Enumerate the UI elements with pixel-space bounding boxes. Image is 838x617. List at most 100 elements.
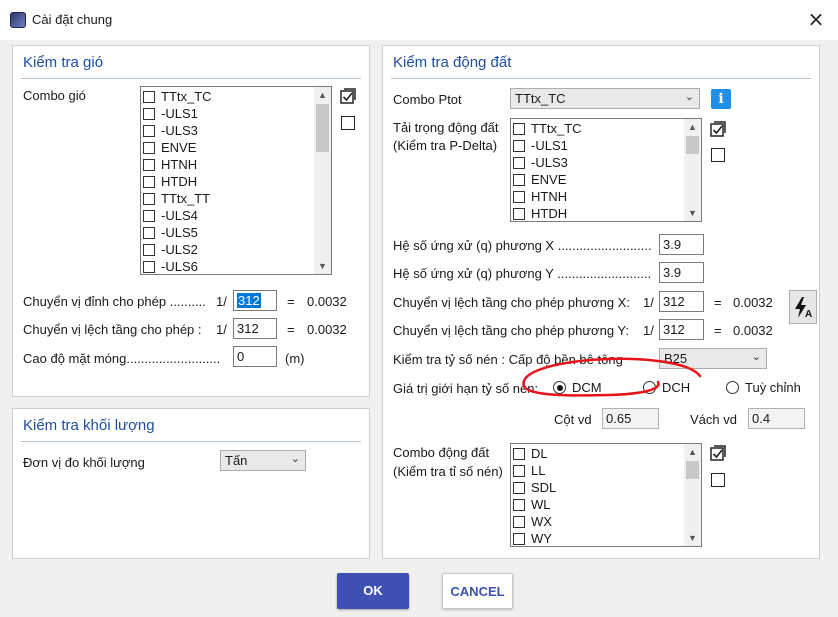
- list-item[interactable]: -ULS3: [513, 154, 568, 171]
- list-item-label: -ULS3: [531, 155, 568, 170]
- drift-y-input[interactable]: 312: [659, 319, 704, 340]
- q-x-input[interactable]: 3.9: [659, 234, 704, 255]
- radio-custom-indicator[interactable]: [726, 381, 739, 394]
- checkbox[interactable]: [513, 156, 525, 169]
- checkbox[interactable]: [143, 226, 155, 239]
- checkbox[interactable]: [143, 260, 155, 273]
- q-y-input[interactable]: 3.9: [659, 262, 704, 283]
- list-item[interactable]: SDL: [513, 479, 556, 496]
- list-item[interactable]: HTNH: [143, 156, 197, 173]
- checkbox[interactable]: [143, 107, 155, 120]
- checkbox[interactable]: [513, 532, 525, 545]
- checkbox[interactable]: [513, 207, 525, 220]
- list-item-label: -ULS1: [161, 106, 198, 121]
- list-item[interactable]: HTDH: [513, 205, 567, 221]
- checkbox[interactable]: [513, 173, 525, 186]
- checkbox[interactable]: [513, 481, 525, 494]
- list-item-label: ENVE: [161, 140, 197, 155]
- checkbox[interactable]: [143, 124, 155, 137]
- uncheck-all-icon[interactable]: [711, 473, 725, 487]
- list-item[interactable]: HTDH: [143, 173, 197, 190]
- list-item[interactable]: HTNH: [513, 188, 567, 205]
- checkbox[interactable]: [513, 515, 525, 528]
- scroll-thumb[interactable]: [686, 461, 699, 479]
- ok-button[interactable]: OK: [337, 573, 409, 609]
- mass-unit-select[interactable]: Tấn ⌄: [220, 450, 306, 471]
- radio-dcm-indicator[interactable]: [553, 381, 566, 394]
- checkbox[interactable]: [513, 464, 525, 477]
- checkbox[interactable]: [513, 139, 525, 152]
- column-limit-input[interactable]: 0.65: [602, 408, 659, 429]
- story-drift-input[interactable]: 312: [233, 318, 277, 339]
- uncheck-all-icon[interactable]: [341, 116, 355, 130]
- ptot-select[interactable]: TTtx_TC ⌄: [510, 88, 700, 109]
- list-item-label: -ULS3: [161, 123, 198, 138]
- scroll-down-icon[interactable]: ▼: [684, 530, 701, 546]
- scroll-up-icon[interactable]: ▲: [684, 119, 701, 135]
- checkbox[interactable]: [143, 192, 155, 205]
- close-icon[interactable]: ×: [804, 6, 828, 32]
- scroll-thumb[interactable]: [686, 136, 699, 154]
- radio-dch[interactable]: DCH: [643, 380, 690, 395]
- wall-limit-input[interactable]: 0.4: [748, 408, 805, 429]
- checkbox[interactable]: [143, 90, 155, 103]
- list-item[interactable]: WX: [513, 513, 552, 530]
- scroll-down-icon[interactable]: ▼: [684, 205, 701, 221]
- list-item-label: -ULS1: [531, 138, 568, 153]
- auto-calc-button[interactable]: A: [789, 290, 817, 324]
- load-list-scrollbar[interactable]: ▲ ▼: [684, 119, 701, 221]
- checkbox[interactable]: [513, 447, 525, 460]
- checkbox[interactable]: [143, 141, 155, 154]
- scroll-down-icon[interactable]: ▼: [314, 258, 331, 274]
- wind-list-scrollbar[interactable]: ▲ ▼: [314, 87, 331, 274]
- uncheck-all-icon[interactable]: [711, 148, 725, 162]
- radio-dcm[interactable]: DCM: [553, 380, 602, 395]
- list-item-label: -ULS4: [161, 208, 198, 223]
- checkbox[interactable]: [143, 175, 155, 188]
- checkbox[interactable]: [513, 498, 525, 511]
- list-item[interactable]: -ULS1: [513, 137, 568, 154]
- top-drift-input[interactable]: 312: [233, 290, 277, 311]
- checkbox[interactable]: [143, 243, 155, 256]
- list-item[interactable]: -ULS1: [143, 105, 198, 122]
- seismic-load-list[interactable]: HTDH HTNH ENVE -ULS3 -ULS1 TTtx_TC ▲ ▼: [510, 118, 702, 222]
- list-item[interactable]: ENVE: [143, 139, 196, 156]
- list-item[interactable]: DL: [513, 445, 548, 462]
- list-item[interactable]: -ULS2: [143, 241, 198, 258]
- list-item[interactable]: TTtx_TT: [143, 190, 210, 207]
- lightning-a-icon: A: [795, 297, 812, 320]
- list-item[interactable]: -ULS4: [143, 207, 198, 224]
- scroll-thumb[interactable]: [316, 104, 329, 152]
- wind-combo-list[interactable]: -ULS6 -ULS2 -ULS5 -ULS4 TTtx_TT HTDH HTNH ENVE -…: [140, 86, 332, 275]
- list-item-label: HTDH: [161, 174, 198, 189]
- list-item[interactable]: WY: [513, 530, 552, 546]
- scroll-up-icon[interactable]: ▲: [684, 444, 701, 460]
- list-item[interactable]: LL: [513, 462, 545, 479]
- concrete-grade-select[interactable]: B25 ⌄: [659, 348, 767, 369]
- cancel-button[interactable]: CANCEL: [442, 573, 513, 609]
- foundation-level-input[interactable]: 0: [233, 346, 277, 367]
- check-all-icon[interactable]: [340, 88, 356, 104]
- checkbox[interactable]: [143, 209, 155, 222]
- checkbox[interactable]: [513, 190, 525, 203]
- info-icon[interactable]: i: [711, 89, 731, 109]
- radio-dch-indicator[interactable]: [643, 381, 656, 394]
- check-all-icon[interactable]: [710, 445, 726, 461]
- list-item[interactable]: ENVE: [513, 171, 566, 188]
- quake-list-scrollbar[interactable]: ▲ ▼: [684, 444, 701, 546]
- quake-combo-list[interactable]: WY WX WL SDL LL DL ▲ ▼: [510, 443, 702, 547]
- list-item[interactable]: -ULS6: [143, 258, 198, 274]
- compression-limit-label: Giá trị giới hạn tỷ số nén:: [393, 381, 539, 396]
- list-item[interactable]: -ULS5: [143, 224, 198, 241]
- story-drift-equals: =: [287, 322, 295, 337]
- radio-custom[interactable]: Tuỳ chỉnh: [726, 380, 801, 395]
- drift-x-input[interactable]: 312: [659, 291, 704, 312]
- scroll-up-icon[interactable]: ▲: [314, 87, 331, 103]
- checkbox[interactable]: [143, 158, 155, 171]
- check-all-icon[interactable]: [710, 121, 726, 137]
- list-item[interactable]: WL: [513, 496, 551, 513]
- list-item[interactable]: -ULS3: [143, 122, 198, 139]
- list-item[interactable]: TTtx_TC: [513, 120, 582, 137]
- checkbox[interactable]: [513, 122, 525, 135]
- list-item[interactable]: TTtx_TC: [143, 88, 212, 105]
